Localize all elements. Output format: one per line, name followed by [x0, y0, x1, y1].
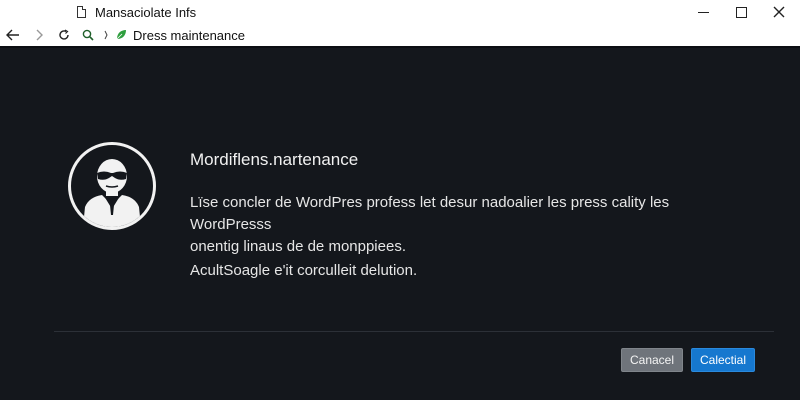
- navigation-bar: Dress maintenance: [0, 24, 800, 46]
- maximize-button[interactable]: [724, 0, 758, 24]
- minimize-button[interactable]: [686, 0, 720, 24]
- address-field[interactable]: Dress maintenance: [133, 28, 245, 43]
- forward-button[interactable]: [30, 26, 48, 44]
- search-button[interactable]: [80, 26, 96, 44]
- cancel-button[interactable]: Canacel: [621, 348, 683, 372]
- window-title: Mansaciolate Infs: [95, 5, 197, 20]
- dialog-secondary-text: AcultSoagle e'it corculleit delution.: [190, 262, 418, 279]
- confirm-button[interactable]: Calectial: [691, 348, 755, 372]
- dialog-body-line-2: onentig linaus de de monppiees.: [190, 238, 406, 255]
- dialog-area: Mordiflens.nartenance Lïse concler de Wo…: [0, 46, 800, 400]
- search-icon: [82, 29, 94, 41]
- avatar-icon: [83, 159, 141, 227]
- title-bar: Mansaciolate Infs: [0, 0, 800, 24]
- leaf-icon: [114, 26, 128, 44]
- separator-icon: [101, 26, 111, 44]
- reload-icon: [59, 29, 69, 40]
- back-button[interactable]: [4, 26, 22, 44]
- browser-window: Mansaciolate Infs Dress maintenance Mord…: [0, 0, 800, 400]
- avatar: [68, 142, 156, 230]
- minimize-icon: [697, 11, 709, 13]
- dialog-title: Mordiflens.nartenance: [190, 150, 359, 169]
- close-icon: [773, 6, 785, 18]
- close-button[interactable]: [762, 0, 796, 24]
- back-arrow-icon: [6, 29, 19, 41]
- divider: [54, 331, 774, 332]
- reload-button[interactable]: [55, 26, 73, 44]
- document-icon: [77, 6, 86, 18]
- dialog-body: Lïse concler de WordPres profess let des…: [190, 192, 750, 258]
- forward-arrow-icon: [36, 29, 43, 41]
- dialog-body-line-1: Lïse concler de WordPres profess let des…: [190, 194, 670, 233]
- maximize-icon: [735, 6, 747, 18]
